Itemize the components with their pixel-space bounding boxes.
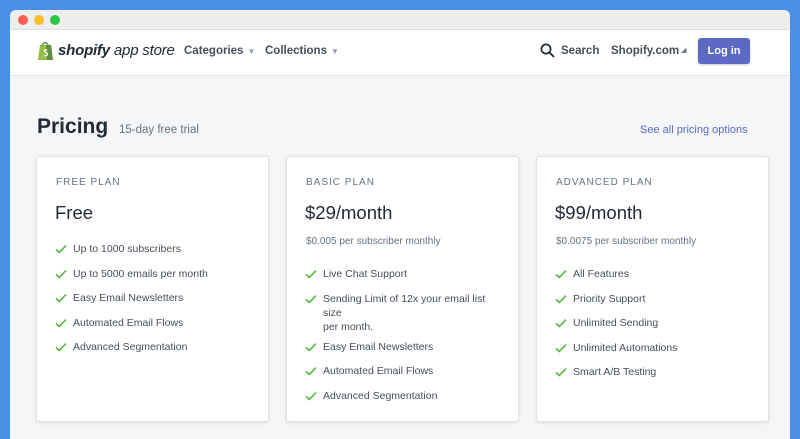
- feature-text: Sending Limit of 12x your email list siz…: [323, 292, 486, 333]
- shopify-com-link[interactable]: Shopify.com ◢: [611, 45, 687, 57]
- plan-price-note: $0.005 per subscriber monthly: [306, 236, 441, 247]
- plan-card-advanced: ADVANCED PLAN $99/month $0.0075 per subs…: [536, 156, 769, 422]
- window-titlebar: [10, 10, 790, 30]
- feature-item: Easy Email Newsletters: [55, 291, 255, 305]
- checkmark-icon: [55, 293, 67, 303]
- plan-label: ADVANCED PLAN: [556, 177, 653, 188]
- feature-item: Live Chat Support: [305, 267, 505, 281]
- checkmark-icon: [55, 318, 67, 328]
- feature-item: Unlimited Sending: [555, 316, 755, 330]
- shopify-app-store-logo[interactable]: shopify app store: [37, 40, 175, 61]
- checkmark-icon: [555, 343, 567, 353]
- see-all-pricing-link[interactable]: See all pricing options: [640, 124, 748, 136]
- shopify-bag-icon: [38, 41, 53, 60]
- feature-text: Up to 1000 subscribers: [73, 243, 181, 255]
- feature-item: Automated Email Flows: [305, 364, 505, 378]
- feature-item: Up to 1000 subscribers: [55, 242, 255, 256]
- feature-item: Automated Email Flows: [55, 316, 255, 330]
- feature-list: Live Chat Support Sending Limit of 12x yo…: [305, 267, 505, 413]
- feature-text: Unlimited Automations: [573, 341, 678, 354]
- feature-text: Priority Support: [573, 292, 646, 305]
- checkmark-icon: [55, 244, 67, 254]
- nav-collections-label: Collections: [265, 45, 327, 57]
- feature-text: Advanced Segmentation: [73, 341, 188, 353]
- feature-item: Advanced Segmentation: [305, 389, 505, 403]
- minimize-window-dot[interactable]: [34, 14, 44, 25]
- feature-text: Live Chat Support: [323, 268, 408, 280]
- feature-text: Automated Email Flows: [323, 365, 434, 377]
- checkmark-icon: [55, 269, 67, 279]
- feature-item: Smart A/B Testing: [555, 365, 755, 379]
- feature-text: Easy Email Newsletters: [323, 340, 434, 353]
- feature-item: Unlimited Automations: [555, 341, 755, 355]
- feature-item: Easy Email Newsletters: [305, 340, 505, 354]
- feature-text: Easy Email Newsletters: [73, 292, 184, 304]
- plan-price: $29/month: [305, 202, 393, 223]
- checkmark-icon: [305, 366, 317, 376]
- nav-categories-label: Categories: [184, 45, 244, 57]
- checkmark-icon: [305, 269, 317, 279]
- plan-card-basic: BASIC PLAN $29/month $0.005 per subscrib…: [286, 156, 519, 422]
- chevron-down-icon: ▼: [247, 46, 256, 56]
- checkmark-icon: [555, 269, 567, 279]
- checkmark-icon: [55, 342, 67, 352]
- feature-text: All Features: [573, 268, 630, 280]
- feature-text: Advanced Segmentation: [323, 389, 438, 402]
- feature-text: Automated Email Flows: [73, 316, 184, 329]
- feature-item: Up to 5000 emails per month: [55, 267, 255, 281]
- feature-text: Smart A/B Testing: [573, 366, 657, 378]
- feature-text: Up to 5000 emails per month: [73, 267, 208, 280]
- browser-window: shopify app store Categories ▼ Collectio…: [10, 10, 790, 439]
- feature-list: All Features Priority Support Unlimited Se…: [555, 267, 755, 390]
- nav-collections[interactable]: Collections ▼: [265, 45, 339, 57]
- checkmark-icon: [555, 318, 567, 328]
- logo-text: shopify app store: [58, 42, 175, 59]
- plan-label: BASIC PLAN: [306, 177, 375, 188]
- feature-text: Unlimited Sending: [573, 317, 659, 329]
- plan-label: FREE PLAN: [56, 177, 121, 188]
- checkmark-icon: [555, 294, 567, 304]
- nav-categories[interactable]: Categories ▼: [184, 45, 255, 57]
- feature-item: Sending Limit of 12x your email list siz…: [305, 292, 505, 334]
- search-icon: [540, 43, 555, 58]
- feature-list: Up to 1000 subscribers Up to 5000 emails …: [55, 242, 255, 365]
- plan-card-free: FREE PLAN Free Up to 1000 subscribers Up …: [36, 156, 269, 422]
- search-button[interactable]: Search: [540, 43, 599, 58]
- chevron-down-icon: ▼: [330, 46, 339, 56]
- close-window-dot[interactable]: [18, 14, 28, 25]
- checkmark-icon: [305, 342, 317, 352]
- page-title: Pricing: [37, 115, 109, 138]
- shopify-com-label: Shopify.com: [611, 45, 680, 57]
- search-label: Search: [561, 44, 600, 57]
- checkmark-icon: [305, 391, 317, 401]
- plan-price-note: $0.0075 per subscriber monthly: [556, 236, 697, 247]
- plan-price: Free: [55, 202, 94, 223]
- site-header: shopify app store Categories ▼ Collectio…: [10, 30, 790, 76]
- plan-price: $99/month: [555, 202, 643, 223]
- checkmark-icon: [555, 367, 567, 377]
- maximize-window-dot[interactable]: [50, 14, 60, 25]
- external-link-icon: ◢: [681, 47, 687, 54]
- feature-item: Advanced Segmentation: [55, 340, 255, 354]
- login-button[interactable]: Log in: [698, 38, 750, 64]
- checkmark-icon: [305, 294, 317, 304]
- feature-item: Priority Support: [555, 292, 755, 306]
- feature-item: All Features: [555, 267, 755, 281]
- free-trial-note: 15-day free trial: [119, 124, 199, 136]
